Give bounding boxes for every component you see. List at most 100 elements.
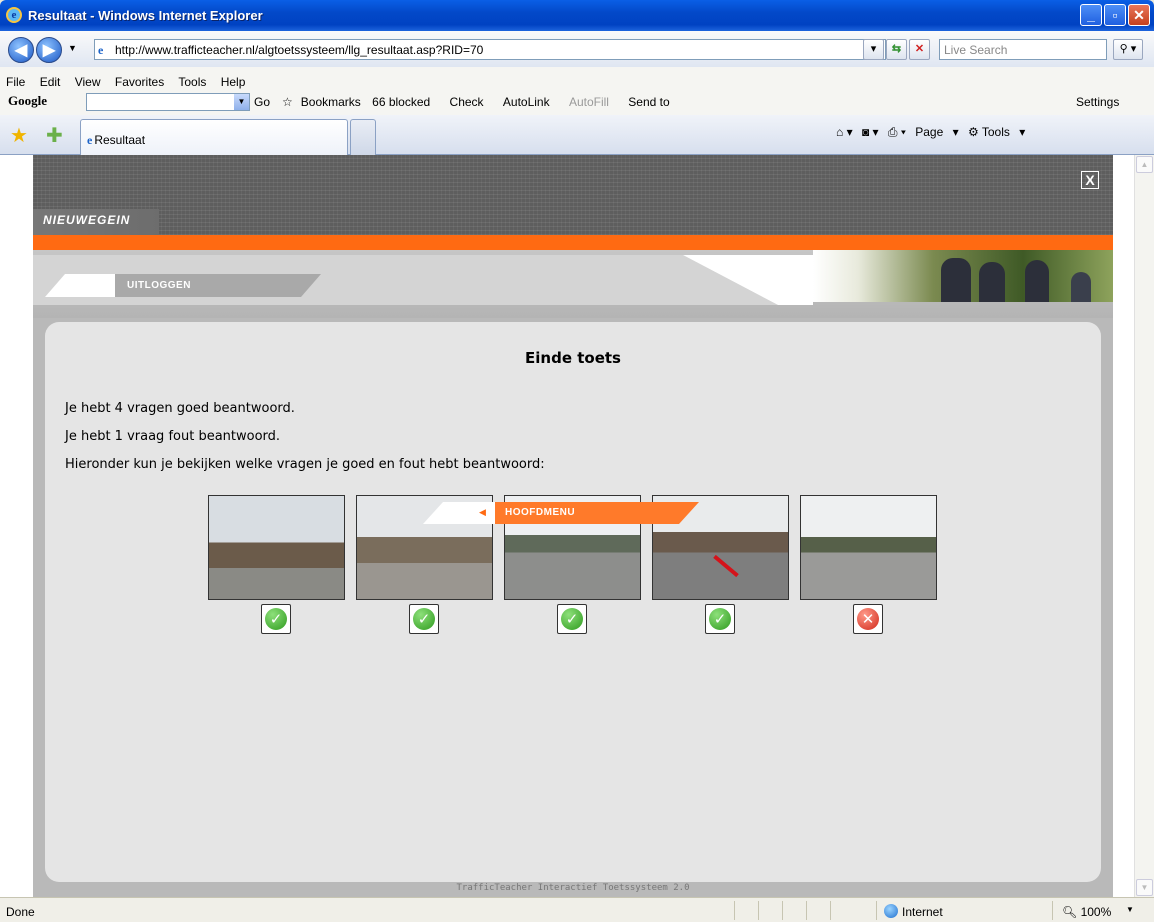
close-window-button[interactable]: ✕	[1128, 4, 1150, 26]
address-bar: ◀ ▶ ▼ e http://www.trafficteacher.nl/alg…	[0, 31, 1154, 67]
cyclists-photo	[813, 250, 1113, 302]
menu-view[interactable]: View	[75, 75, 101, 89]
logout-label[interactable]: UITLOGGEN	[127, 280, 191, 291]
cyclist-figure	[941, 258, 971, 302]
google-go-button[interactable]: Go	[254, 95, 270, 109]
google-toolbar: Google ▼ Go ☆ Bookmarks 66 blocked Check …	[0, 89, 1154, 115]
back-button[interactable]: ◀	[8, 37, 34, 63]
autolink-button[interactable]: AutoLink	[503, 95, 558, 109]
google-toolbar-items: ☆ Bookmarks 66 blocked Check AutoLink Aut…	[282, 95, 686, 109]
globe-icon	[884, 904, 898, 918]
back-arrow-icon: ◀	[479, 507, 486, 517]
page-icon: e	[98, 43, 104, 57]
ie-icon: e	[6, 7, 22, 23]
page-content: NIEUWEGEIN X ◀ UITLOGGEN Einde toets Je …	[0, 155, 1154, 897]
security-zone[interactable]: Internet	[884, 904, 943, 919]
close-site-button[interactable]: X	[1081, 171, 1099, 189]
question-thumbnail-5[interactable]	[800, 495, 937, 600]
zoom-level[interactable]: 🔍︎ 100%	[1062, 905, 1111, 919]
page-icon: e	[87, 133, 93, 147]
status-divider	[806, 901, 807, 920]
home-icon[interactable]: ⌂ ▾	[836, 125, 853, 139]
window-title: Resultaat - Windows Internet Explorer	[28, 8, 263, 23]
check-icon: ✓	[265, 608, 287, 630]
status-divider	[1052, 901, 1053, 920]
google-search-dropdown-icon[interactable]: ▼	[234, 94, 249, 110]
cyclist-figure	[1071, 272, 1091, 302]
site-footer: TrafficTeacher Interactief Toetssysteem …	[456, 883, 690, 893]
menu-favorites[interactable]: Favorites	[115, 75, 164, 89]
check-icon: ✓	[709, 608, 731, 630]
autofill-button[interactable]: AutoFill	[569, 95, 617, 109]
check-icon: ✓	[413, 608, 435, 630]
cross-icon: ✕	[857, 608, 879, 630]
stop-button[interactable]: ✕	[909, 39, 930, 60]
search-input[interactable]: Live Search	[939, 39, 1107, 60]
check-icon: ✓	[561, 608, 583, 630]
title-bar: e Resultaat - Windows Internet Explorer …	[0, 0, 1154, 31]
status-divider	[830, 901, 831, 920]
google-logo: Google	[8, 93, 47, 108]
result-badge-3[interactable]: ✓	[557, 604, 587, 634]
orange-divider	[33, 235, 1113, 250]
status-divider	[758, 901, 759, 920]
send-to-button[interactable]: Send to	[628, 95, 677, 109]
search-button[interactable]: ⚲ ▾	[1113, 39, 1143, 60]
status-text: Done	[6, 905, 35, 919]
bookmark-star-icon[interactable]: ☆	[282, 95, 293, 109]
page-menu-button[interactable]: Page ▾	[915, 125, 958, 139]
new-tab-button[interactable]	[350, 119, 376, 155]
cyclist-figure	[979, 262, 1005, 302]
forward-button[interactable]: ▶	[36, 37, 62, 63]
maximize-button[interactable]: ▫	[1104, 4, 1126, 26]
status-bar: Done Internet 🔍︎ 100% ▼	[0, 897, 1154, 922]
url-dropdown-icon[interactable]: ▾	[863, 39, 884, 60]
url-text: http://www.trafficteacher.nl/algtoetssys…	[115, 43, 484, 57]
popup-blocker-button[interactable]: 66 blocked	[372, 95, 438, 109]
tab-label: Resultaat	[94, 133, 146, 147]
review-instruction-text: Hieronder kun je bekijken welke vragen j…	[65, 457, 545, 472]
print-icon[interactable]: ⎙ ▾	[888, 125, 906, 139]
result-badge-1[interactable]: ✓	[261, 604, 291, 634]
scroll-up-icon[interactable]: ▲	[1136, 156, 1153, 173]
result-badge-5[interactable]: ✕	[853, 604, 883, 634]
google-search-input[interactable]	[86, 93, 250, 111]
favorites-star-icon[interactable]: ★	[10, 123, 28, 148]
tabs-bar: ★ ✚ e Resultaat ⌂ ▾ ◙ ▾ ⎙ ▾ Page ▾ ⚙ Tool…	[0, 115, 1154, 155]
status-divider	[782, 901, 783, 920]
wrong-count-text: Je hebt 1 vraag fout beantwoord.	[65, 429, 281, 444]
refresh-button[interactable]: ⇆	[886, 39, 907, 60]
zoom-dropdown-icon[interactable]: ▼	[1126, 905, 1134, 914]
main-menu-label[interactable]: HOOFDMENU	[505, 507, 575, 518]
cyclist-figure	[1025, 260, 1049, 302]
menu-file[interactable]: File	[6, 75, 25, 89]
menu-bar: File Edit View Favorites Tools Help	[0, 67, 1154, 89]
result-panel: Einde toets Je hebt 4 vragen goed beantw…	[45, 322, 1101, 882]
menu-tools[interactable]: Tools	[178, 75, 206, 89]
feeds-icon[interactable]: ◙ ▾	[862, 125, 879, 139]
site-frame: NIEUWEGEIN X ◀ UITLOGGEN Einde toets Je …	[33, 155, 1113, 897]
result-badge-2[interactable]: ✓	[409, 604, 439, 634]
scroll-down-icon[interactable]: ▼	[1136, 879, 1153, 896]
minimize-button[interactable]: _	[1080, 4, 1102, 26]
recent-pages-dropdown-icon[interactable]: ▼	[68, 43, 77, 53]
blocked-count: 66 blocked	[372, 95, 431, 109]
status-divider	[876, 901, 877, 920]
bookmarks-button[interactable]: Bookmarks	[301, 95, 361, 109]
red-arrow-marker	[713, 554, 739, 578]
page-title: Einde toets	[525, 349, 621, 367]
result-badge-4[interactable]: ✓	[705, 604, 735, 634]
back-arrow-icon: ◀	[101, 280, 108, 290]
menu-help[interactable]: Help	[221, 75, 246, 89]
add-favorites-icon[interactable]: ✚	[46, 123, 63, 148]
brand-label: NIEUWEGEIN	[43, 213, 131, 227]
correct-count-text: Je hebt 4 vragen goed beantwoord.	[65, 401, 295, 416]
vertical-scrollbar[interactable]: ▲ ▼	[1134, 155, 1154, 897]
menu-edit[interactable]: Edit	[40, 75, 61, 89]
question-thumbnail-1[interactable]	[208, 495, 345, 600]
tools-menu-button[interactable]: ⚙ Tools ▾	[968, 125, 1025, 139]
spellcheck-button[interactable]: Check	[450, 95, 492, 109]
tab-resultaat[interactable]: e Resultaat	[80, 119, 348, 155]
url-field[interactable]: e http://www.trafficteacher.nl/algtoetss…	[94, 39, 886, 60]
google-settings-button[interactable]: Settings	[1076, 95, 1119, 109]
